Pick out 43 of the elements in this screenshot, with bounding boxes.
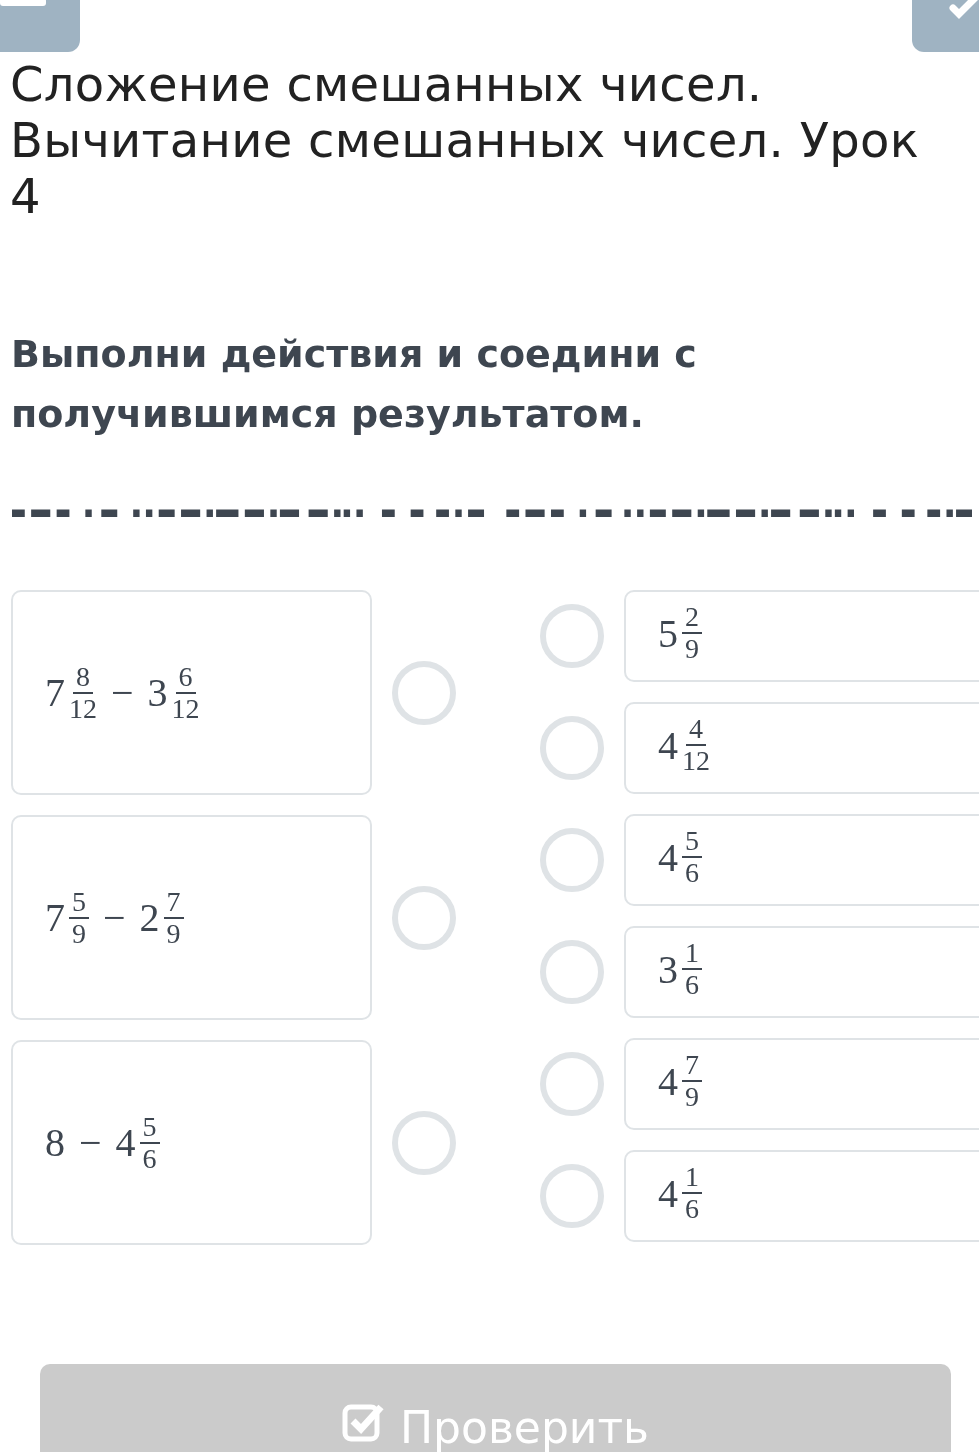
whole-number: 4 — [658, 1169, 678, 1217]
denominator: 12 — [171, 693, 200, 724]
checkbox-icon — [342, 1402, 386, 1442]
numerator: 1 — [682, 1162, 702, 1194]
whole-number: 4 — [115, 1119, 136, 1166]
numerator: 7 — [682, 1050, 702, 1082]
numerator: 6 — [175, 661, 196, 694]
whole-number: 2 — [139, 894, 160, 941]
lesson-title: Сложение смешанных чисел. Вычитание смешанных чисел. Урок 4 — [10, 56, 920, 224]
whole-number: 7 — [45, 669, 65, 716]
numerator: 5 — [682, 826, 702, 858]
denominator: 6 — [685, 970, 699, 1000]
denominator: 6 — [685, 1194, 699, 1224]
whole-number: 8 — [45, 1119, 65, 1166]
whole-number: 5 — [658, 609, 678, 657]
minus-sign: − — [79, 1119, 102, 1166]
whole-number: 4 — [658, 833, 678, 881]
denominator: 9 — [685, 634, 699, 664]
whole-number: 4 — [658, 721, 678, 769]
numerator: 5 — [69, 886, 89, 919]
checkmark-icon — [949, 0, 979, 20]
numerator: 5 — [139, 1111, 160, 1144]
whole-number: 4 — [658, 1057, 678, 1105]
numerator: 7 — [163, 886, 184, 919]
denominator: 12 — [69, 693, 97, 724]
numerator: 4 — [686, 714, 706, 746]
denominator: 9 — [166, 918, 181, 949]
minus-sign: − — [103, 894, 126, 941]
numerator: 8 — [73, 661, 93, 694]
denominator: 9 — [72, 918, 86, 949]
numerator: 1 — [682, 938, 702, 970]
denominator: 6 — [142, 1143, 157, 1174]
whole-number: 7 — [45, 894, 65, 941]
menu-button[interactable] — [0, 0, 80, 52]
whole-number: 3 — [147, 669, 168, 716]
numerator: 2 — [682, 602, 702, 634]
denominator: 9 — [685, 1082, 699, 1112]
whole-number: 3 — [658, 945, 678, 993]
denominator: 6 — [685, 858, 699, 888]
task-instruction: Выполни действия и соедини с получившимся результатом. — [11, 331, 698, 438]
denominator: 12 — [682, 746, 710, 776]
minus-sign: − — [111, 669, 134, 716]
check-button[interactable] — [912, 0, 979, 52]
